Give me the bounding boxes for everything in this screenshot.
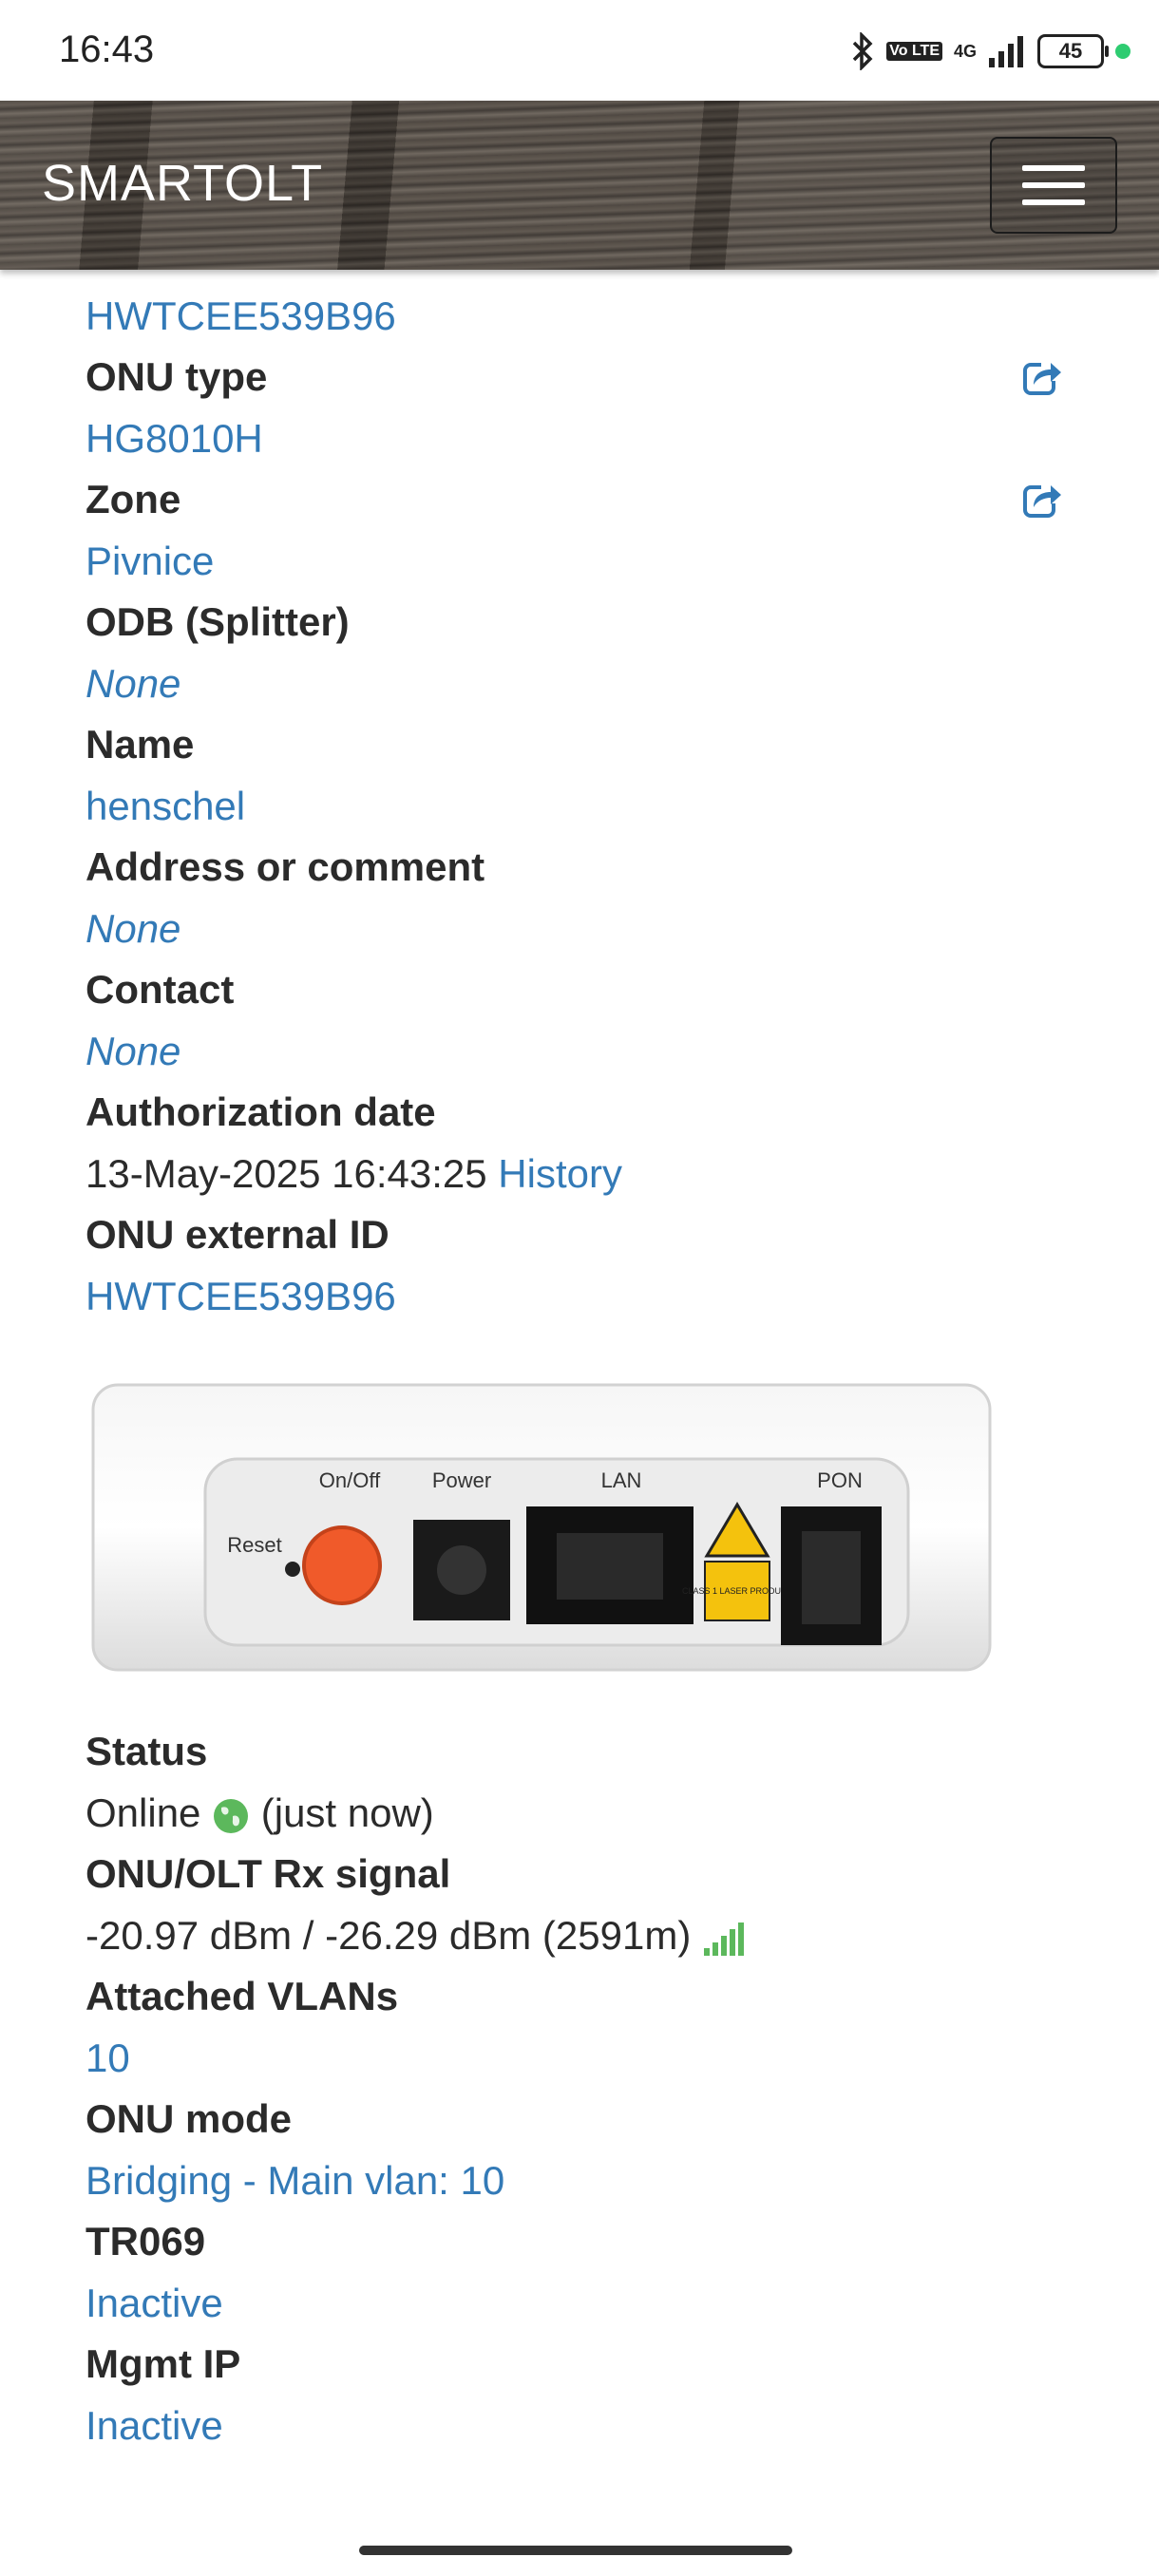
sn-value[interactable]: HWTCEE539B96 <box>86 285 1074 347</box>
clock: 16:43 <box>59 28 155 70</box>
network-type: 4G <box>953 41 977 61</box>
onu-mode-value[interactable]: Bridging - Main vlan: 10 <box>86 2150 1074 2211</box>
signal-row: -20.97 dBm / -26.29 dBm (2591m) <box>86 1904 1074 1966</box>
menu-bar <box>1022 182 1085 188</box>
onoff-port-label: On/Off <box>319 1468 381 1492</box>
external-id-value[interactable]: HWTCEE539B96 <box>86 1265 1074 1327</box>
status-icons: Vo LTE 4G 45 <box>850 28 1130 74</box>
lan-port-socket <box>557 1533 663 1600</box>
onu-details: HWTCEE539B96 ONU type HG8010H Zone Pivni… <box>86 285 1074 1327</box>
odb-label: ODB (Splitter) <box>86 599 350 644</box>
battery-icon: 45 <box>1037 34 1109 68</box>
power-port-label: Power <box>432 1468 491 1492</box>
zone-value[interactable]: Pivnice <box>86 530 1074 592</box>
pon-port-socket <box>802 1531 861 1624</box>
address-value[interactable]: None <box>86 898 1074 959</box>
menu-bar <box>1022 165 1085 171</box>
home-indicator[interactable] <box>359 2546 792 2555</box>
laser-warning-text: CLASS 1 LASER PRODUCT <box>682 1586 793 1596</box>
address-label: Address or comment <box>86 844 485 889</box>
status-row: Online (just now) <box>86 1782 1074 1844</box>
contact-label: Contact <box>86 967 235 1012</box>
navbar: SMARTOLT <box>0 101 1159 270</box>
onu-status-section: Status Online (just now) ONU/OLT Rx sign… <box>86 1721 1074 2456</box>
bluetooth-icon <box>853 32 873 70</box>
reset-label: Reset <box>227 1533 281 1557</box>
status-label: Status <box>86 1729 208 1773</box>
external-id-label: ONU external ID <box>86 1212 390 1257</box>
mgmt-ip-value[interactable]: Inactive <box>86 2395 1074 2456</box>
signal-icon <box>989 36 1023 67</box>
odb-value[interactable]: None <box>86 653 1074 714</box>
name-label: Name <box>86 722 195 767</box>
share-icon[interactable] <box>1022 356 1064 398</box>
reset-hole <box>285 1562 300 1577</box>
privacy-indicator-dot <box>1115 44 1130 59</box>
tr069-value[interactable]: Inactive <box>86 2272 1074 2334</box>
zone-row: Zone <box>86 469 1074 530</box>
share-icon[interactable] <box>1022 479 1064 521</box>
onu-device-image: On/Off Power LAN PON Reset CLASS 1 LASER… <box>91 1383 992 1672</box>
brand-logo[interactable]: SMARTOLT <box>42 154 323 213</box>
power-button <box>302 1525 382 1605</box>
name-value[interactable]: henschel <box>86 775 1074 837</box>
onu-mode-label: ONU mode <box>86 2096 293 2141</box>
hamburger-menu-button[interactable] <box>990 137 1117 234</box>
vlans-value[interactable]: 10 <box>86 2027 1074 2089</box>
authorization-date-label: Authorization date <box>86 1089 436 1134</box>
zone-label: Zone <box>86 477 181 521</box>
globe-icon <box>214 1798 249 1833</box>
onu-type-row: ONU type <box>86 347 1074 407</box>
signal-label: ONU/OLT Rx signal <box>86 1851 451 1896</box>
contact-value[interactable]: None <box>86 1020 1074 1082</box>
onu-type-value[interactable]: HG8010H <box>86 407 1074 469</box>
status-time: (just now) <box>260 1790 434 1835</box>
vlans-label: Attached VLANs <box>86 1974 399 2018</box>
lan-port-label: LAN <box>601 1468 642 1492</box>
pon-port-label: PON <box>817 1468 863 1492</box>
tr069-label: TR069 <box>86 2219 206 2263</box>
power-jack-hole <box>437 1545 486 1595</box>
history-link[interactable]: History <box>498 1151 622 1196</box>
status-value: Online <box>86 1790 201 1835</box>
authorization-date-row: 13-May-2025 16:43:25 History <box>86 1143 1074 1204</box>
menu-bar <box>1022 199 1085 205</box>
authorization-date-value: 13-May-2025 16:43:25 <box>86 1151 487 1196</box>
signal-strength-icon <box>703 1922 744 1956</box>
mgmt-ip-label: Mgmt IP <box>86 2341 241 2386</box>
signal-value: -20.97 dBm / -26.29 dBm (2591m) <box>86 1913 692 1958</box>
status-bar: 16:43 Vo LTE 4G 45 <box>0 0 1159 101</box>
volte-icon: Vo LTE <box>886 42 942 61</box>
onu-type-label: ONU type <box>86 354 268 399</box>
